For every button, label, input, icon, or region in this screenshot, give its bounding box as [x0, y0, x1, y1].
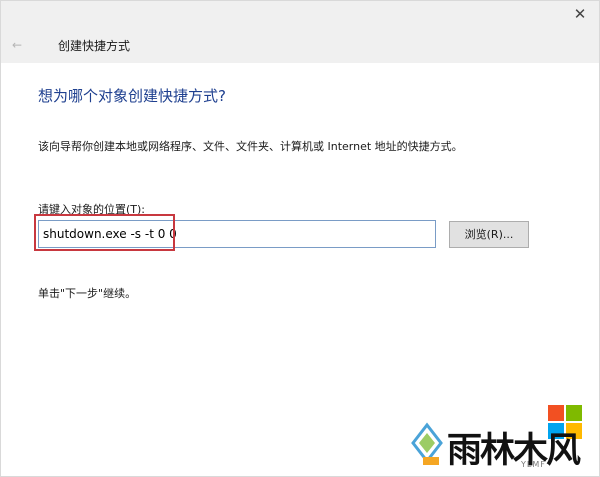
title-bar: ← 创建快捷方式 ✕	[1, 1, 599, 63]
windows-logo-red-tile	[548, 405, 564, 421]
ylmf-watermark: 雨林木风 YLMF	[407, 401, 597, 475]
window-title: 创建快捷方式	[58, 39, 131, 53]
back-arrow-icon[interactable]: ←	[7, 35, 27, 55]
ylmf-sub-text: YLMF	[521, 460, 546, 469]
browse-button[interactable]: 浏览(R)...	[449, 221, 529, 248]
windows-logo-green-tile	[566, 405, 582, 421]
location-input[interactable]	[38, 220, 436, 248]
close-icon[interactable]: ✕	[571, 5, 589, 23]
ylmf-logo-icon	[411, 422, 443, 465]
ylmf-brand-text: 雨林木风	[447, 430, 581, 471]
next-step-hint: 单击"下一步"继续。	[38, 287, 137, 300]
page-heading: 想为哪个对象创建快捷方式?	[38, 87, 226, 105]
location-label: 请键入对象的位置(T):	[38, 203, 146, 216]
wizard-description: 该向导帮你创建本地或网络程序、文件、文件夹、计算机或 Internet 地址的快…	[38, 140, 463, 153]
create-shortcut-dialog: ← 创建快捷方式 ✕ 想为哪个对象创建快捷方式? 该向导帮你创建本地或网络程序、…	[0, 0, 600, 477]
